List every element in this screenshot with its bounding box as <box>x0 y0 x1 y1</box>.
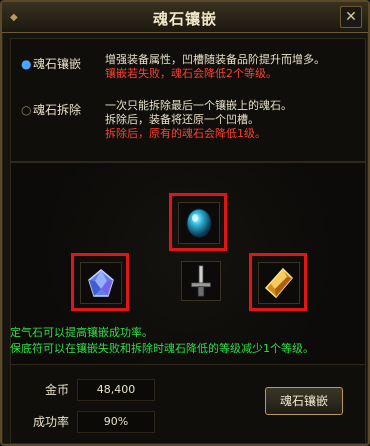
sword-hilt-icon <box>191 265 211 297</box>
socket-slot <box>178 202 220 244</box>
blue-crystal-gem-icon <box>88 269 114 297</box>
window-title: 魂石镶嵌 <box>152 10 217 28</box>
socket-slot <box>80 262 122 304</box>
option-remove-description: 一次只能拆除最后一个镶嵌上的魂石。 拆除后，装备将还原一个凹槽。 拆除后，原有的… <box>105 99 360 141</box>
mode-options-panel: ● 魂石镶嵌 增强装备属性，凹槽随装备品阶提升而增多。 镶嵌若失败，魂石会降低2个… <box>10 38 366 162</box>
center-slot[interactable] <box>181 261 221 301</box>
option-remove[interactable]: ○ 魂石拆除 <box>21 101 81 118</box>
left-socket[interactable] <box>71 253 129 311</box>
warning-line: 镶嵌若失败，魂石会降低2个等级。 <box>105 67 277 80</box>
soul-stone-window: ◆ 魂石镶嵌 ✕ ● 魂石镶嵌 增强装备属性，凹槽随装备品阶提升而增多。 镶嵌若失… <box>0 0 370 446</box>
note-line: 定气石可以提高镶嵌成功率。 <box>10 326 153 339</box>
option-label: 魂石镶嵌 <box>33 57 82 71</box>
option-embed[interactable]: ● 魂石镶嵌 <box>21 55 81 72</box>
gold-amber-gem-icon <box>264 267 294 299</box>
title-bar[interactable]: ◆ 魂石镶嵌 ✕ <box>2 2 368 33</box>
option-embed-description: 增强装备属性，凹槽随装备品阶提升而增多。 镶嵌若失败，魂石会降低2个等级。 <box>105 53 360 81</box>
warning-line: 拆除后，原有的魂石会降低1级。 <box>105 127 266 140</box>
success-rate-value: 90% <box>77 411 155 433</box>
stats-panel: 金币 48,400 成功率 90% 魂石镶嵌 <box>10 364 366 444</box>
socket-slot <box>258 262 300 304</box>
close-button[interactable]: ✕ <box>340 6 362 28</box>
description-line: 一次只能拆除最后一个镶嵌上的魂石。 <box>105 99 292 112</box>
description-line: 拆除后，装备将还原一个凹槽。 <box>105 113 259 126</box>
gold-label: 金币 <box>45 383 70 397</box>
success-rate-label: 成功率 <box>33 415 70 429</box>
description-line: 增强装备属性，凹槽随装备品阶提升而增多。 <box>105 53 325 66</box>
option-label: 魂石拆除 <box>33 103 82 117</box>
embed-button[interactable]: 魂石镶嵌 <box>265 387 343 415</box>
note-line: 保底符可以在镶嵌失败和拆除时魂石降低的等级减少1个等级。 <box>10 342 314 355</box>
radio-selected-icon[interactable]: ● <box>21 57 31 71</box>
teal-orb-gem-icon <box>186 208 212 238</box>
gold-value: 48,400 <box>77 379 155 401</box>
radio-unselected-icon[interactable]: ○ <box>21 103 31 117</box>
right-socket[interactable] <box>249 253 307 311</box>
top-socket[interactable] <box>169 193 227 251</box>
